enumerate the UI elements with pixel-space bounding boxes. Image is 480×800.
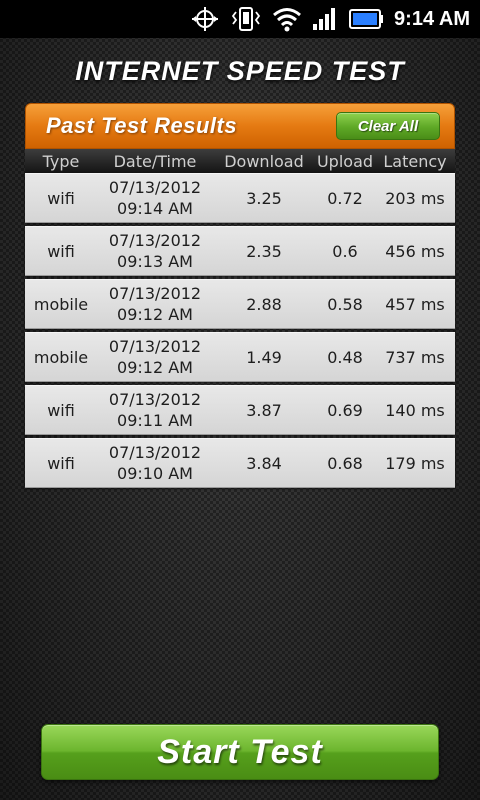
- result-row[interactable]: mobile 07/13/2012 09:12 AM 1.49 0.48 737…: [25, 332, 455, 382]
- result-date: 07/13/2012: [108, 231, 202, 250]
- signal-icon: [312, 0, 338, 38]
- result-latency: 140 ms: [385, 400, 445, 420]
- result-upload: 0.48: [327, 347, 363, 367]
- result-type: wifi: [47, 453, 75, 473]
- result-date: 07/13/2012: [108, 337, 202, 356]
- result-time: 09:13 AM: [117, 252, 193, 271]
- wifi-icon: [272, 0, 302, 38]
- result-row[interactable]: wifi 07/13/2012 09:14 AM 3.25 0.72 203 m…: [25, 173, 455, 223]
- result-latency: 737 ms: [385, 347, 445, 367]
- result-date: 07/13/2012: [108, 390, 202, 409]
- panel-header: Past Test Results Clear All: [25, 103, 455, 149]
- battery-icon: [348, 0, 384, 38]
- result-time: 09:11 AM: [117, 411, 193, 430]
- result-datetime: 07/13/2012 09:13 AM: [97, 230, 213, 272]
- result-upload: 0.6: [332, 241, 358, 261]
- result-date: 07/13/2012: [108, 178, 202, 197]
- result-row[interactable]: mobile 07/13/2012 09:12 AM 2.88 0.58 457…: [25, 279, 455, 329]
- result-upload: 0.69: [327, 400, 363, 420]
- result-datetime: 07/13/2012 09:12 AM: [97, 283, 213, 325]
- column-header-latency: Latency: [383, 151, 447, 171]
- vibrate-icon: [230, 0, 262, 38]
- result-row[interactable]: wifi 07/13/2012 09:10 AM 3.84 0.68 179 m…: [25, 438, 455, 488]
- result-type: wifi: [47, 400, 75, 420]
- result-time: 09:10 AM: [117, 464, 193, 483]
- result-latency: 457 ms: [385, 294, 445, 314]
- result-time: 09:12 AM: [117, 305, 193, 324]
- panel-title: Past Test Results: [46, 113, 238, 138]
- status-bar: 9:14 AM: [0, 0, 480, 38]
- result-row[interactable]: wifi 07/13/2012 09:13 AM 2.35 0.6 456 ms: [25, 226, 455, 276]
- result-date: 07/13/2012: [108, 443, 202, 462]
- result-upload: 0.58: [327, 294, 363, 314]
- result-datetime: 07/13/2012 09:10 AM: [97, 442, 213, 484]
- clear-all-button[interactable]: Clear All: [336, 112, 440, 140]
- results-list: wifi 07/13/2012 09:14 AM 3.25 0.72 203 m…: [25, 173, 455, 488]
- result-download: 2.35: [246, 241, 282, 261]
- result-upload: 0.68: [327, 453, 363, 473]
- result-type: mobile: [33, 294, 89, 314]
- column-header-datetime: Date/Time: [113, 151, 197, 171]
- column-headers: Type Date/Time Download Upload Latency: [25, 149, 455, 173]
- column-header-upload: Upload: [316, 151, 374, 171]
- app-title: INTERNET SPEED TEST: [75, 56, 405, 86]
- result-datetime: 07/13/2012 09:14 AM: [97, 177, 213, 219]
- result-date: 07/13/2012: [108, 284, 202, 303]
- past-results-panel: Past Test Results Clear All Type Date/Ti…: [25, 103, 455, 488]
- column-header-type: Type: [42, 151, 80, 171]
- result-latency: 203 ms: [385, 188, 445, 208]
- start-test-button[interactable]: Start Test: [41, 724, 439, 780]
- result-latency: 456 ms: [385, 241, 445, 261]
- result-type: wifi: [47, 188, 75, 208]
- result-row[interactable]: wifi 07/13/2012 09:11 AM 3.87 0.69 140 m…: [25, 385, 455, 435]
- result-datetime: 07/13/2012 09:11 AM: [97, 389, 213, 431]
- result-type: mobile: [33, 347, 89, 367]
- result-download: 3.25: [246, 188, 282, 208]
- result-download: 3.87: [246, 400, 282, 420]
- result-download: 3.84: [246, 453, 282, 473]
- result-upload: 0.72: [327, 188, 363, 208]
- result-latency: 179 ms: [385, 453, 445, 473]
- column-header-download: Download: [224, 151, 304, 171]
- result-time: 09:12 AM: [117, 358, 193, 377]
- result-time: 09:14 AM: [117, 199, 193, 218]
- status-time: 9:14 AM: [394, 7, 470, 30]
- result-datetime: 07/13/2012 09:12 AM: [97, 336, 213, 378]
- gps-icon: [190, 0, 220, 38]
- result-download: 2.88: [246, 294, 282, 314]
- result-download: 1.49: [246, 347, 282, 367]
- result-type: wifi: [47, 241, 75, 261]
